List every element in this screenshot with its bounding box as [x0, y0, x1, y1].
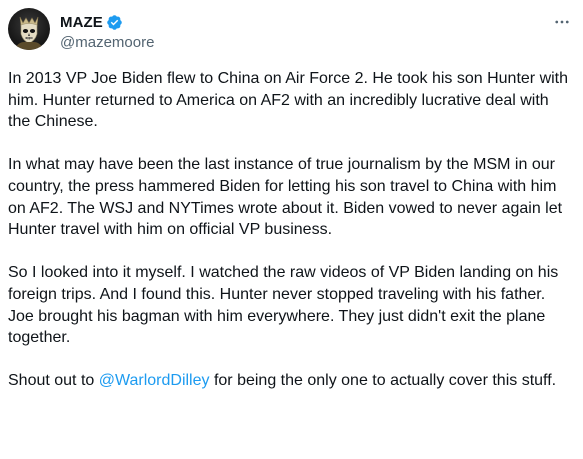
- more-dots-icon: [555, 20, 569, 24]
- tweet-text: In 2013 VP Joe Biden flew to China on Ai…: [8, 68, 574, 392]
- tweet-paragraph-1: In 2013 VP Joe Biden flew to China on Ai…: [8, 70, 569, 131]
- author-avatar[interactable]: [8, 8, 50, 50]
- shoutout-suffix: for being the only one to actually cover…: [209, 372, 557, 390]
- skull-mask-icon: [14, 16, 44, 50]
- tweet-paragraph-3: So I looked into it myself. I watched th…: [8, 264, 559, 347]
- author-info: MAZE @mazemoore: [60, 12, 154, 53]
- more-options-button[interactable]: [551, 12, 573, 32]
- verified-badge-icon: [106, 14, 123, 31]
- tweet-card: MAZE @mazemoore In 2013 VP Joe Biden fle…: [0, 0, 583, 459]
- author-name-row: MAZE: [60, 12, 154, 32]
- tweet-paragraph-2: In what may have been the last instance …: [8, 156, 563, 239]
- author-display-name[interactable]: MAZE: [60, 14, 103, 31]
- tweet-paragraph-4: Shout out to @WarlordDilley for being th…: [8, 370, 574, 392]
- mention-link[interactable]: @WarlordDilley: [99, 372, 210, 389]
- author-handle[interactable]: @mazemoore: [60, 33, 154, 53]
- shoutout-prefix: Shout out to: [8, 372, 99, 390]
